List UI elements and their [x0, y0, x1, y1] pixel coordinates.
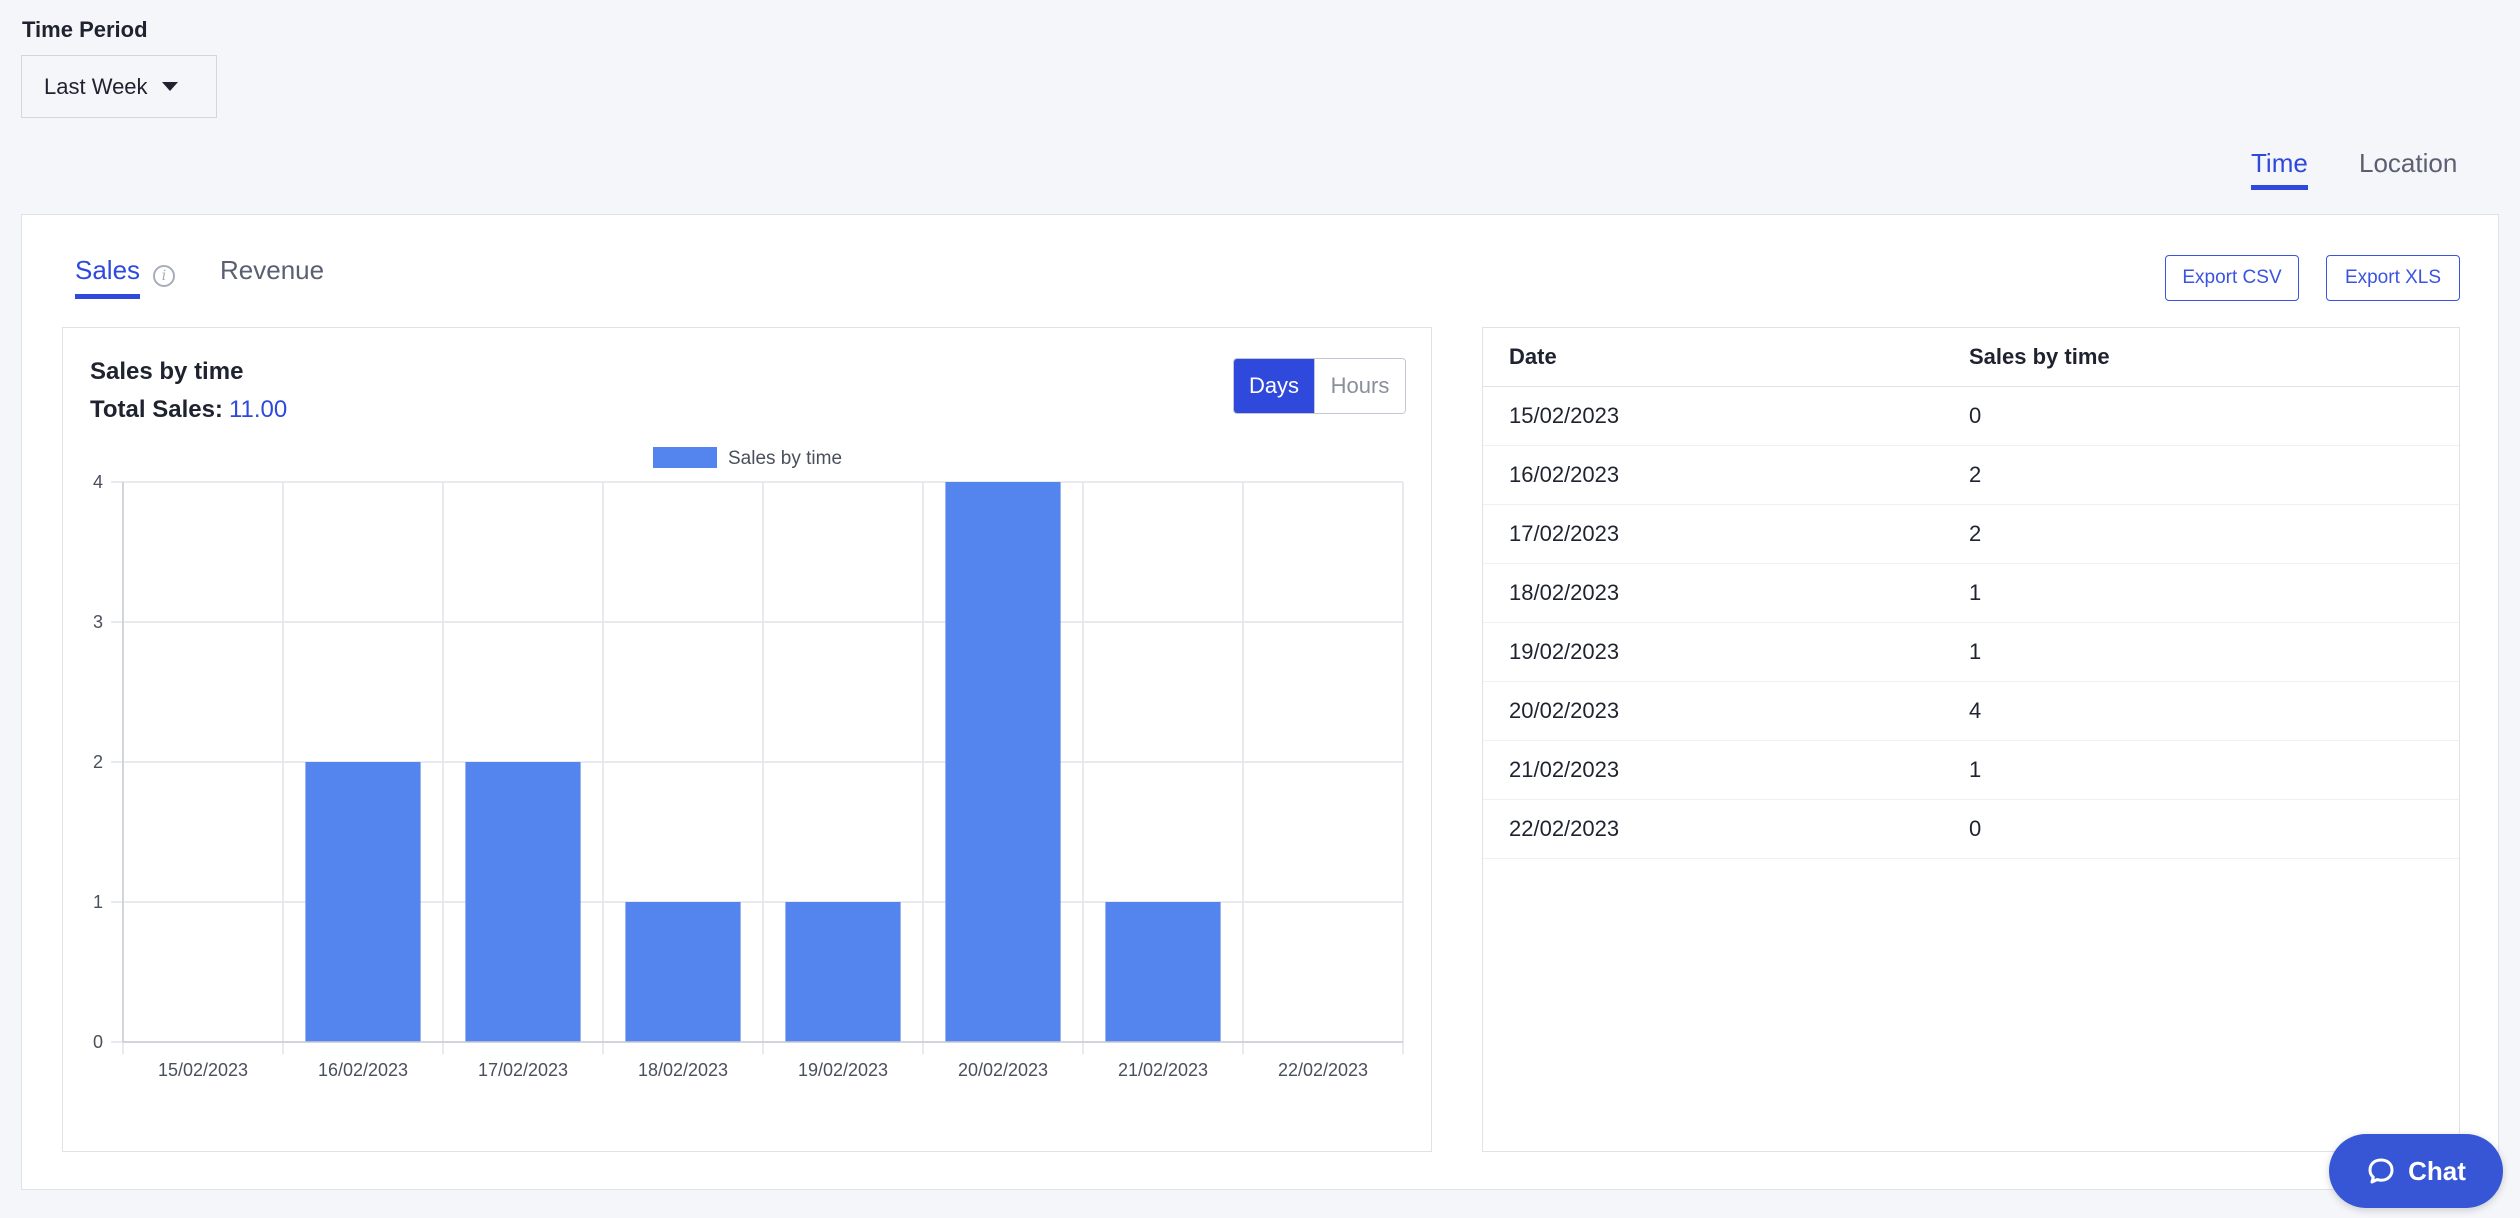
cell-date: 15/02/2023: [1509, 403, 1620, 428]
time-period-value: Last Week: [44, 73, 148, 99]
x-tick-label: 21/02/2023: [1118, 1060, 1208, 1080]
cell-sales: 2: [1969, 521, 1982, 546]
tab-revenue[interactable]: Revenue: [220, 255, 324, 299]
y-tick-label: 3: [93, 612, 103, 632]
x-tick-label: 22/02/2023: [1278, 1060, 1368, 1080]
table-row: 22/02/2023 0: [1483, 800, 2459, 859]
x-tick-label: 19/02/2023: [798, 1060, 888, 1080]
table-row: 19/02/2023 1: [1483, 623, 2459, 682]
cell-date: 19/02/2023: [1509, 639, 1620, 664]
table-header: Date Sales by time: [1483, 328, 2459, 387]
cell-date: 16/02/2023: [1509, 462, 1620, 487]
bar: [305, 762, 421, 1042]
bar: [785, 902, 901, 1042]
sales-bar-chart: 0 1 2 3 4 15/02/2023 16/02/2023 17/02/2023 18/02…: [93, 447, 1404, 1080]
y-tick-label: 1: [93, 892, 103, 912]
table-row: 18/02/2023 1: [1483, 564, 2459, 623]
table-body: 15/02/2023 0 16/02/2023 2 17/02/2023 2 18/02/2…: [1483, 387, 2459, 859]
header-sales: Sales by time: [1969, 344, 2110, 369]
table-row: 17/02/2023 2: [1483, 505, 2459, 564]
time-period-select[interactable]: Last Week: [21, 55, 217, 118]
export-csv-button[interactable]: Export CSV: [2165, 255, 2299, 301]
chat-button[interactable]: Chat: [2329, 1134, 2503, 1208]
y-tick-label: 2: [93, 752, 103, 772]
cell-sales: 1: [1969, 757, 1982, 782]
cell-sales: 4: [1969, 698, 1982, 723]
table-row: 21/02/2023 1: [1483, 741, 2459, 800]
caret-down-icon: [161, 82, 178, 91]
x-tick-label: 18/02/2023: [638, 1060, 728, 1080]
legend-swatch: [653, 447, 717, 468]
bar: [625, 902, 741, 1042]
time-period-label: Time Period: [22, 17, 148, 42]
cell-sales: 0: [1969, 816, 1982, 841]
chat-bubble-icon: [2368, 1158, 2394, 1184]
tab-time[interactable]: Time: [2251, 148, 2308, 190]
cell-date: 17/02/2023: [1509, 521, 1620, 546]
bar: [1105, 902, 1221, 1042]
info-icon[interactable]: i: [153, 265, 175, 287]
cell-sales: 2: [1969, 462, 1982, 487]
table-row: 16/02/2023 2: [1483, 446, 2459, 505]
sales-table: Date Sales by time 15/02/2023 0 16/02/2023…: [1482, 327, 2460, 1152]
table-row: 20/02/2023 4: [1483, 682, 2459, 741]
y-tick-label: 0: [93, 1032, 103, 1052]
tab-location[interactable]: Location: [2359, 148, 2457, 190]
cell-date: 18/02/2023: [1509, 580, 1620, 605]
x-tick-label: 16/02/2023: [318, 1060, 408, 1080]
cell-date: 21/02/2023: [1509, 757, 1620, 782]
chart-card: Sales by time Total Sales: 11.00 Days Hou…: [62, 327, 1432, 1152]
cell-sales: 1: [1969, 580, 1982, 605]
cell-date: 22/02/2023: [1509, 816, 1620, 841]
y-tick-label: 4: [93, 472, 103, 492]
header-date: Date: [1509, 344, 1557, 369]
tab-sales[interactable]: Sales: [75, 255, 141, 299]
legend-label: Sales by time: [728, 448, 842, 469]
x-tick-label: 17/02/2023: [478, 1060, 568, 1080]
export-xls-button[interactable]: Export XLS: [2326, 255, 2460, 301]
bar: [945, 482, 1061, 1042]
cell-sales: 1: [1969, 639, 1982, 664]
cell-date: 20/02/2023: [1509, 698, 1620, 723]
cell-sales: 0: [1969, 403, 1982, 428]
table-row: 15/02/2023 0: [1483, 387, 2459, 446]
content-panel: Sales i Revenue Export CSV Export XLS Sa…: [21, 214, 2499, 1190]
x-tick-label: 20/02/2023: [958, 1060, 1048, 1080]
bar: [465, 762, 581, 1042]
x-tick-label: 15/02/2023: [158, 1060, 248, 1080]
chat-label: Chat: [2408, 1155, 2466, 1186]
